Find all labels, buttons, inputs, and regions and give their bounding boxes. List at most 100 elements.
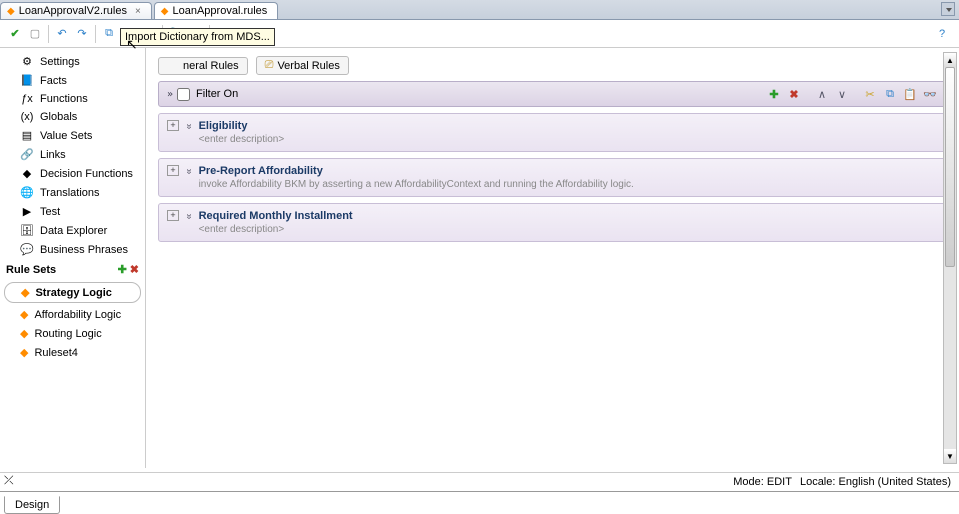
rule-description: <enter description>: [199, 224, 938, 235]
delete-rule-button[interactable]: ✖: [786, 86, 802, 102]
ruleset-item[interactable]: ◆Ruleset4: [0, 343, 145, 362]
vertical-scrollbar[interactable]: ▲ ▼: [943, 52, 957, 464]
main-panel: neral Rules ⎚ Verbal Rules » Filter On ✚…: [146, 48, 959, 468]
close-icon[interactable]: ×: [135, 6, 141, 17]
delete-ruleset-button[interactable]: ✖: [130, 263, 139, 276]
ruleset-item[interactable]: ◆Strategy Logic: [4, 282, 141, 303]
tab-label: LoanApprovalV2.rules: [19, 5, 127, 17]
move-down-button[interactable]: ∨: [834, 86, 850, 102]
rule-description: invoke Affordability BKM by asserting a …: [199, 179, 938, 190]
sidebar-item-label: Facts: [40, 75, 67, 87]
copy-button[interactable]: ⧉: [882, 86, 898, 102]
decisionfn-icon: ◆: [20, 167, 34, 180]
validate-button[interactable]: ✔: [6, 25, 24, 43]
sidebar-item-decision-functions[interactable]: ◆ Decision Functions: [0, 164, 145, 183]
sidebar-item-globals[interactable]: (x)Globals: [0, 108, 145, 126]
sidebar-item-label: Test: [40, 206, 60, 218]
sidebar-item-functions[interactable]: ƒxFunctions: [0, 90, 145, 108]
toolbar-separator: [48, 25, 49, 43]
translations-icon: 🌐: [20, 186, 34, 199]
sidebar-item-label: Business Phrases: [40, 244, 128, 256]
settings-icon: ⚙: [20, 55, 34, 68]
sidebar-item-label: Data Explorer: [40, 225, 107, 237]
rulesets-label: Rule Sets: [6, 264, 56, 276]
body-area: ⚙ Settings 📘 Facts ƒxFunctions(x)Globals ▤ Val…: [0, 48, 959, 468]
import-mds-button[interactable]: ⧉: [100, 25, 118, 43]
tab-general-rules[interactable]: neral Rules: [158, 57, 248, 75]
rules-file-icon: ◆: [7, 6, 15, 17]
paste-button[interactable]: 📋: [902, 86, 918, 102]
rules-subtabs: neral Rules ⎚ Verbal Rules: [150, 52, 955, 81]
rulesets-header: Rule Sets ✚ ✖: [0, 259, 145, 280]
rule-title: Required Monthly Installment: [199, 210, 938, 222]
sidebar-item-settings[interactable]: ⚙ Settings: [0, 52, 145, 71]
facts-icon: 📘: [20, 74, 34, 87]
dataexplorer-icon: 🗄: [20, 224, 34, 237]
move-up-button[interactable]: ∧: [814, 86, 830, 102]
expand-collapse-button[interactable]: +: [167, 210, 179, 221]
ruleset-item[interactable]: ◆ Affordability Logic: [0, 305, 145, 324]
sidebar-item-label: Settings: [40, 56, 80, 68]
subtab-label: neral Rules: [183, 60, 239, 72]
tab-loanapproval[interactable]: ◆ LoanApproval.rules: [154, 2, 279, 19]
filter-on-checkbox[interactable]: [177, 88, 190, 101]
status-bar: Mode: EDIT Locale: English (United State…: [0, 472, 959, 490]
rule-row[interactable]: +»Pre-Report Affordabilityinvoke Afforda…: [158, 158, 947, 197]
tooltip: Import Dictionary from MDS...: [120, 28, 275, 46]
design-view-tab[interactable]: Design: [4, 496, 60, 514]
sidebar-item-business-phrases[interactable]: 💬Business Phrases: [0, 240, 145, 259]
sidebar-item-label: Translations: [40, 187, 100, 199]
chevron-down-icon[interactable]: »: [183, 214, 194, 218]
add-ruleset-button[interactable]: ✚: [118, 263, 127, 276]
locale-indicator: Locale: English (United States): [800, 476, 951, 488]
sidebar-item-data-explorer[interactable]: 🗄 Data Explorer: [0, 221, 145, 240]
sidebar-item-test[interactable]: ▶ Test: [0, 202, 145, 221]
sidebar: ⚙ Settings 📘 Facts ƒxFunctions(x)Globals ▤ Val…: [0, 48, 146, 468]
test-icon: ▶: [20, 205, 34, 218]
footer-divider: [0, 491, 959, 492]
rule-row[interactable]: +»Eligibility<enter description>: [158, 113, 947, 152]
ruleset-icon: ◆: [20, 327, 28, 340]
scroll-thumb[interactable]: [945, 67, 955, 267]
new-item-button[interactable]: ▢: [26, 25, 44, 43]
sidebar-item-label: Decision Functions: [40, 168, 133, 180]
find-button[interactable]: 👓: [922, 86, 938, 102]
add-rule-button[interactable]: ✚: [766, 86, 782, 102]
tab-loanapprovalv2[interactable]: ◆ LoanApprovalV2.rules ×: [0, 2, 152, 19]
sidebar-item-value-sets[interactable]: ▤ Value Sets: [0, 126, 145, 145]
scroll-up-button[interactable]: ▲: [944, 53, 956, 67]
ruleset-icon: ◆: [21, 286, 29, 299]
collapse-all-icon[interactable]: »: [167, 89, 171, 100]
help-button[interactable]: ?: [933, 25, 951, 43]
sidebar-item-links[interactable]: 🔗Links: [0, 145, 145, 164]
expand-collapse-button[interactable]: +: [167, 165, 179, 176]
rule-row[interactable]: + » Required Monthly Installment <enter des…: [158, 203, 947, 242]
scroll-down-button[interactable]: ▼: [944, 449, 956, 463]
sidebar-item-label: Links: [40, 149, 66, 161]
tab-list-dropdown[interactable]: [941, 2, 955, 16]
rules-file-icon: ◆: [161, 6, 169, 17]
ruleset-label: Ruleset4: [34, 347, 77, 359]
editor-tabbar: ◆ LoanApprovalV2.rules × ◆ LoanApproval.…: [0, 0, 959, 20]
sidebar-item-facts[interactable]: 📘 Facts: [0, 71, 145, 90]
sidebar-item-label: Value Sets: [40, 130, 92, 142]
chevron-down-icon[interactable]: »: [183, 169, 194, 173]
chevron-down-icon: [945, 3, 952, 15]
undo-button[interactable]: ↶: [53, 25, 71, 43]
filter-toolbar: » Filter On ✚ ✖ ∧ ∨ ✂ ⧉ 📋 👓: [158, 81, 947, 107]
ruleset-label: Routing Logic: [34, 328, 101, 340]
sidebar-item-translations[interactable]: 🌐 Translations: [0, 183, 145, 202]
tab-verbal-rules[interactable]: ⎚ Verbal Rules: [256, 56, 349, 75]
subtab-label: Verbal Rules: [277, 60, 339, 72]
chevron-down-icon[interactable]: »: [183, 124, 194, 128]
broken-link-icon[interactable]: ⤫: [4, 473, 14, 488]
ruleset-label: Affordability Logic: [34, 309, 121, 321]
rule-title: Eligibility: [199, 120, 938, 132]
redo-button[interactable]: ↷: [73, 25, 91, 43]
ruleset-item[interactable]: ◆ Routing Logic: [0, 324, 145, 343]
filter-label: Filter On: [196, 88, 238, 100]
cut-button[interactable]: ✂: [862, 86, 878, 102]
valuesets-icon: ▤: [20, 129, 34, 142]
ruleset-icon: ◆: [20, 308, 28, 321]
expand-collapse-button[interactable]: +: [167, 120, 179, 131]
